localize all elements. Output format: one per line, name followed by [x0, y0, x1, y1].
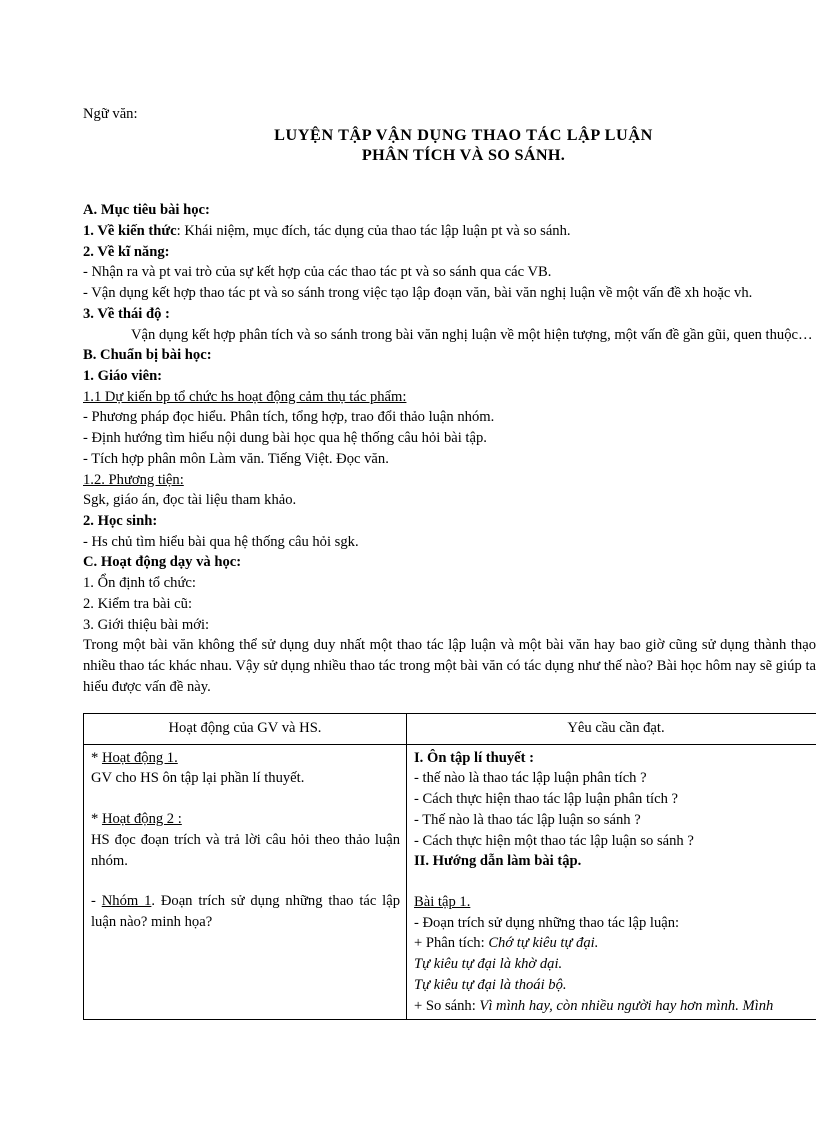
- lesson-activity-table: Hoạt động của GV và HS. Yêu cầu cần đạt.…: [83, 713, 816, 1021]
- section-b-sub-1-1: 1.1 Dự kiến bp tổ chức hs hoạt động cảm …: [83, 387, 816, 408]
- part-1-question-1: - Cách thực hiện thao tác lập luận phân …: [414, 791, 679, 808]
- table-cell-activities: * Hoạt động 1. GV cho HS ôn tập lại phần…: [83, 743, 407, 1021]
- section-a-item-2-bullet-1: - Vận dụng kết hợp thao tác pt và so sán…: [83, 285, 753, 302]
- group-1-task: - Nhóm 1. Đoạn trích sử dụng những thao …: [91, 891, 400, 932]
- analysis-quote-1: Tự kiêu tự đại là khờ dại.: [414, 956, 563, 973]
- comparison-quote: Vì mình hay, còn nhiều người hay hơn mìn…: [479, 997, 774, 1014]
- exercise-1-intro: - Đoạn trích sử dụng những thao tác lập …: [414, 914, 680, 931]
- analysis-line: + Phân tích: Chớ tự kiêu tự đại.: [414, 933, 816, 954]
- part-1-question-2: - Thế nào là thao tác lập luận so sánh ?: [414, 811, 641, 828]
- section-a-item-3-text: Vận dụng kết hợp phân tích và so sánh tr…: [131, 326, 813, 343]
- analysis-label: + Phân tích:: [414, 935, 485, 952]
- section-c-item-0: 1. Ổn định tổ chức:: [83, 575, 196, 592]
- group-1-title: Nhóm 1: [101, 893, 152, 910]
- section-b-heading: B. Chuẩn bị bài học:: [83, 347, 212, 364]
- activity-2-title: Hoạt động 2 :: [101, 811, 182, 828]
- group-1-dash: -: [91, 893, 96, 910]
- activity-1-title: Hoạt động 1.: [101, 749, 178, 766]
- document-body: Ngữ văn: LUYỆN TẬP VẬN DỤNG THAO TÁC LẬP…: [83, 104, 816, 697]
- section-c-item-1: 2. Kiểm tra bài cũ:: [83, 595, 193, 612]
- section-a-item-2-label: 2. Về kĩ năng:: [83, 243, 170, 260]
- document-title: LUYỆN TẬP VẬN DỤNG THAO TÁC LẬP LUẬN PHÂ…: [83, 125, 816, 166]
- analysis-quote-0: Chớ tự kiêu tự đại.: [488, 935, 599, 952]
- activity-2-heading: * Hoạt động 2 :: [91, 809, 400, 830]
- section-b-sub-1-2-text: 1.2. Phương tiện:: [83, 471, 184, 488]
- section-c-item-2: 3. Giới thiệu bài mới:: [83, 616, 210, 633]
- section-b-sub-1-2-text-body: Sgk, giáo án, đọc tài liệu tham khảo.: [83, 492, 297, 509]
- comparison-line: + So sánh: Vì mình hay, còn nhiều người …: [414, 996, 816, 1017]
- activity-2-text: HS đọc đoạn trích và trả lời câu hỏi the…: [91, 831, 400, 869]
- part-1-question-3: - Cách thực hiện một thao tác lập luận s…: [414, 832, 694, 849]
- section-b-bullet-0: - Phương pháp đọc hiểu. Phân tích, tổng …: [83, 409, 495, 426]
- activity-1-marker: *: [91, 749, 99, 766]
- section-b-bullet-2: - Tích hợp phân môn Làm văn. Tiếng Việt.…: [83, 450, 389, 467]
- part-1-question-0: - thế nào là thao tác lập luận phân tích…: [414, 770, 647, 787]
- section-b-sub-2: 2. Học sinh:: [83, 512, 158, 529]
- table-cell-requirements: I. Ôn tập lí thuyết : - thế nào là thao …: [406, 743, 816, 1021]
- section-c-intro-paragraph: Trong một bài văn không thể sử dụng duy …: [83, 637, 816, 695]
- section-b-sub-1-2: 1.2. Phương tiện:: [83, 470, 816, 491]
- section-b-sub-1-1-text: 1.1 Dự kiến bp tổ chức hs hoạt động cảm …: [83, 388, 407, 405]
- subject-label: Ngữ văn:: [83, 106, 138, 122]
- comparison-label: + So sánh:: [414, 997, 476, 1014]
- section-c-heading: C. Hoạt động dạy và học:: [83, 554, 242, 571]
- analysis-quote-2: Tự kiêu tự đại là thoái bộ.: [414, 976, 567, 993]
- title-line-2: PHÂN TÍCH VÀ SO SÁNH.: [361, 146, 566, 165]
- section-a-item-1: 1. Về kiến thức: Khái niệm, mục đích, tá…: [83, 221, 816, 242]
- table-header-right: Yêu cầu cần đạt.: [406, 713, 816, 745]
- section-a-item-3-label: 3. Về thái độ :: [83, 305, 170, 322]
- section-b-sub-2-bullet-0: - Hs chủ tìm hiểu bài qua hệ thống câu h…: [83, 533, 359, 550]
- section-b-bullet-1: - Định hướng tìm hiểu nội dung bài học q…: [83, 430, 487, 447]
- title-line-1: LUYỆN TẬP VẬN DỤNG THAO TÁC LẬP LUẬN: [274, 125, 653, 144]
- document-page: Ngữ văn: LUYỆN TẬP VẬN DỤNG THAO TÁC LẬP…: [0, 0, 816, 1123]
- section-a-item-1-text: : Khái niệm, mục đích, tác dụng của thao…: [176, 222, 571, 239]
- part-1-heading: I. Ôn tập lí thuyết :: [414, 749, 535, 766]
- table-header-row: Hoạt động của GV và HS. Yêu cầu cần đạt.: [83, 713, 816, 745]
- exercise-1-title-text: Bài tập 1.: [414, 894, 471, 911]
- table-header-left: Hoạt động của GV và HS.: [83, 713, 407, 745]
- table-row: * Hoạt động 1. GV cho HS ôn tập lại phần…: [83, 743, 816, 1021]
- part-2-heading: II. Hướng dẫn làm bài tập.: [414, 853, 582, 870]
- section-a-heading: A. Mục tiêu bài học:: [83, 202, 210, 219]
- section-b-sub-1: 1. Giáo viên:: [83, 367, 163, 384]
- activity-1-text: GV cho HS ôn tập lại phần lí thuyết.: [91, 770, 305, 787]
- activity-2-marker: *: [91, 811, 99, 828]
- section-a-item-1-label: 1. Về kiến thức: [83, 222, 177, 239]
- activity-1-heading: * Hoạt động 1.: [91, 748, 400, 769]
- section-a-item-2-bullet-0: - Nhận ra và pt vai trò của sự kết hợp c…: [83, 264, 552, 281]
- exercise-1-title: Bài tập 1.: [414, 892, 816, 913]
